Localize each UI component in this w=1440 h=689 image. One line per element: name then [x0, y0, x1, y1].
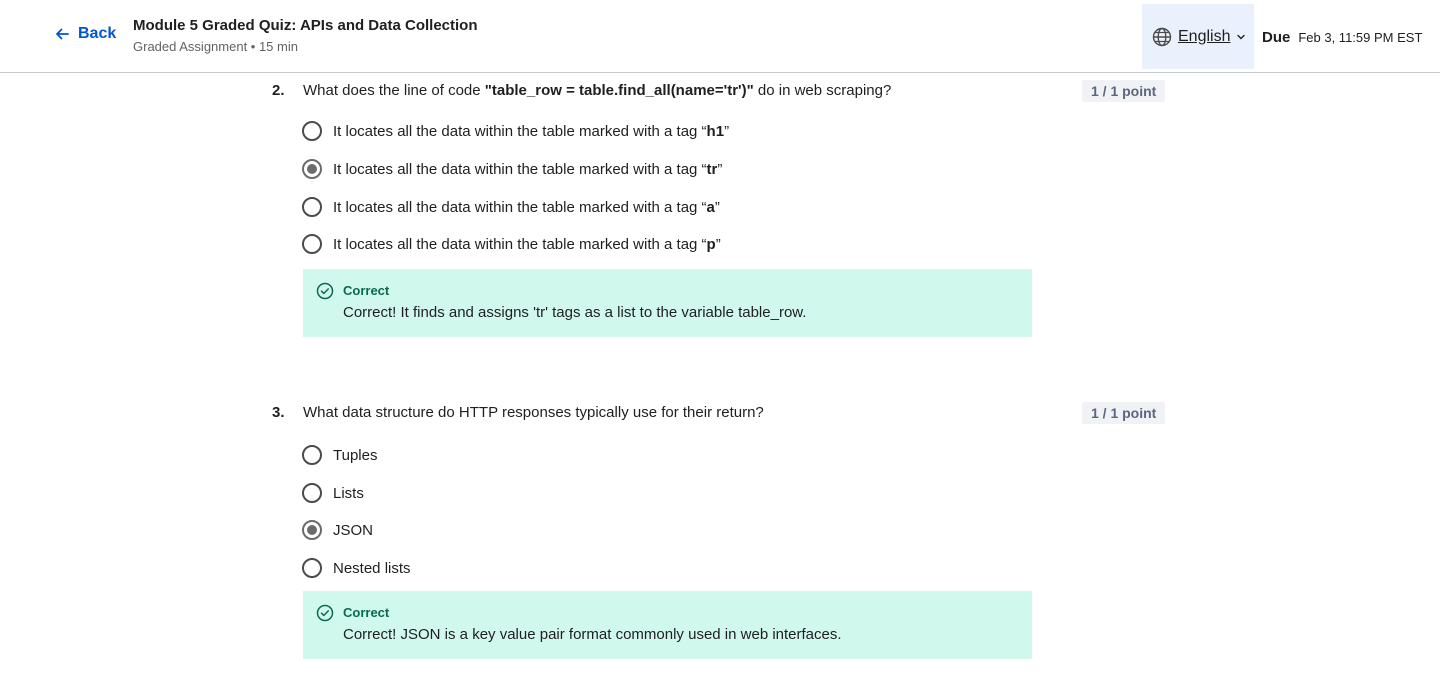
radio-button[interactable]: [302, 445, 322, 465]
question-text: What data structure do HTTP responses ty…: [303, 404, 764, 421]
radio-button-selected[interactable]: [302, 159, 322, 179]
globe-icon: [1152, 27, 1172, 46]
language-selector[interactable]: English: [1142, 4, 1254, 69]
option-label: Lists: [333, 484, 364, 502]
answer-option[interactable]: It locates all the data within the table…: [302, 121, 729, 141]
check-circle-icon: [316, 604, 334, 622]
back-button[interactable]: Back: [54, 25, 116, 43]
feedback-title: Correct: [343, 605, 390, 620]
radio-button[interactable]: [302, 121, 322, 141]
option-label: Nested lists: [333, 559, 411, 577]
answer-option[interactable]: It locates all the data within the table…: [302, 234, 721, 254]
page-title: Module 5 Graded Quiz: APIs and Data Coll…: [133, 17, 478, 34]
quiz-header: Back Module 5 Graded Quiz: APIs and Data…: [0, 0, 1440, 73]
arrow-left-icon: [56, 28, 69, 40]
question-text: What does the line of code "table_row = …: [303, 82, 892, 99]
option-label: It locates all the data within the table…: [333, 160, 723, 178]
title-block: Module 5 Graded Quiz: APIs and Data Coll…: [133, 17, 478, 54]
radio-button[interactable]: [302, 558, 322, 578]
points-badge: 1 / 1 point: [1082, 80, 1166, 102]
page-subtitle: Graded Assignment • 15 min: [133, 39, 298, 54]
option-label: JSON: [333, 521, 374, 539]
points-badge: 1 / 1 point: [1082, 402, 1166, 424]
radio-button-selected[interactable]: [302, 520, 322, 540]
feedback-title: Correct: [343, 283, 390, 298]
option-label: Tuples: [333, 446, 378, 464]
feedback-text: Correct! It finds and assigns 'tr' tags …: [343, 304, 807, 321]
answer-option[interactable]: It locates all the data within the table…: [302, 159, 722, 179]
due-date: Feb 3, 11:59 PM EST: [1298, 30, 1423, 45]
radio-button[interactable]: [302, 234, 322, 254]
radio-button[interactable]: [302, 483, 322, 503]
answer-option[interactable]: Nested lists: [302, 558, 411, 578]
answer-option[interactable]: JSON: [302, 520, 373, 540]
answer-option[interactable]: It locates all the data within the table…: [302, 197, 720, 217]
question-number: 3.: [272, 404, 285, 421]
answer-option[interactable]: Lists: [302, 483, 364, 503]
feedback-text: Correct! JSON is a key value pair format…: [343, 626, 842, 643]
language-label[interactable]: English: [1178, 28, 1230, 46]
chevron-down-icon: [1237, 34, 1246, 39]
due-info: Due Feb 3, 11:59 PM EST: [1262, 29, 1422, 46]
answer-option[interactable]: Tuples: [302, 445, 377, 465]
check-circle-icon: [316, 282, 334, 300]
feedback-panel: Correct Correct! It finds and assigns 't…: [303, 269, 1032, 337]
option-label: It locates all the data within the table…: [333, 122, 730, 140]
feedback-panel: Correct Correct! JSON is a key value pai…: [303, 591, 1032, 659]
code-snippet: "table_row = table.find_all(name='tr')": [484, 82, 754, 99]
option-label: It locates all the data within the table…: [333, 198, 720, 216]
radio-button[interactable]: [302, 197, 322, 217]
back-label: Back: [78, 25, 117, 42]
due-label: Due: [1262, 29, 1291, 46]
question-number: 2.: [272, 82, 285, 99]
option-label: It locates all the data within the table…: [333, 235, 721, 253]
